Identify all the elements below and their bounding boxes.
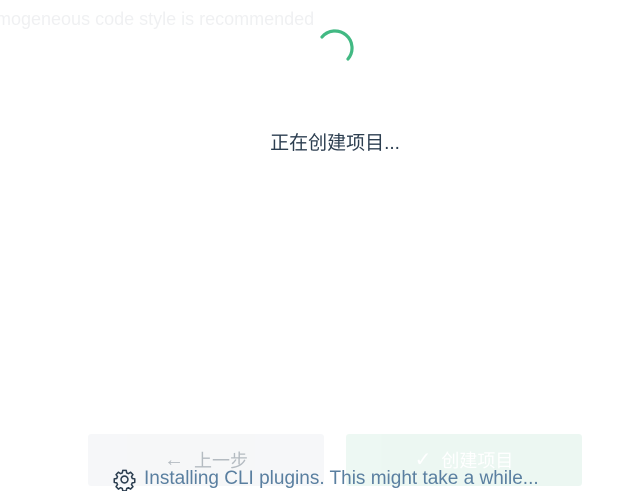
spinner-icon <box>320 29 354 61</box>
background-description-text: mogeneous code style is recommended <box>0 9 315 29</box>
status-text: Installing CLI plugins. This might take … <box>144 468 539 489</box>
project-create-loading-screen: mogeneous code style is recommended ← 上一… <box>0 0 644 503</box>
status-line: Installing CLI plugins. This might take … <box>113 466 539 492</box>
loading-message: 正在创建项目... <box>270 133 400 154</box>
gear-icon <box>113 469 136 491</box>
